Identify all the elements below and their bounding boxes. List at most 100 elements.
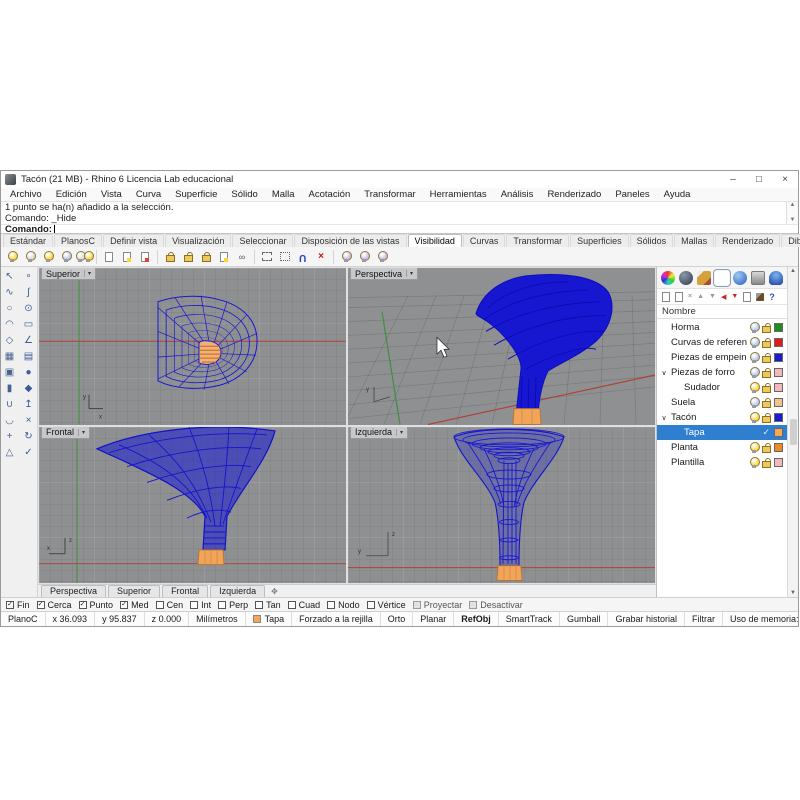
globe-icon[interactable] [679, 271, 693, 285]
expand-arrow-icon[interactable]: ∨ [660, 414, 668, 422]
color-wheel-icon[interactable] [661, 271, 675, 285]
osnap-cerca[interactable]: Cerca [37, 600, 72, 610]
arc-icon[interactable]: ◠ [2, 317, 18, 332]
checkbox[interactable] [37, 601, 45, 609]
cplane-cell[interactable]: PlanoC [1, 612, 46, 626]
boolean-union-icon[interactable]: ∪ [2, 397, 18, 412]
checkbox[interactable] [156, 601, 164, 609]
chevron-down-icon[interactable]: ▾ [78, 429, 85, 436]
maximize-button[interactable]: □ [746, 171, 772, 188]
layer-lock-icon[interactable] [761, 383, 771, 393]
viewport-tab-frontal[interactable]: Frontal [162, 585, 208, 597]
superior-canvas[interactable]: y x [39, 268, 346, 425]
layer-color-swatch[interactable] [774, 428, 783, 437]
render-settings-icon[interactable] [751, 271, 765, 285]
copy-layer-icon[interactable] [675, 292, 683, 302]
cylinder-icon[interactable]: ▮ [2, 381, 18, 396]
osnap-proyectar[interactable]: Proyectar [413, 600, 463, 610]
hide-in-detail-icon[interactable] [137, 248, 153, 265]
viewport-perspectiva[interactable]: Perspectiva▾ [348, 268, 655, 425]
heel-front-wireframe[interactable] [97, 427, 275, 565]
toggle-historial[interactable]: Grabar historial [608, 612, 685, 626]
scroll-down-icon[interactable]: ▼ [790, 217, 796, 224]
menu-transformar[interactable]: Transformar [357, 189, 422, 200]
layer-visibility-bulb-icon[interactable] [750, 397, 758, 408]
control-points-icon[interactable]: ∫ [21, 285, 37, 300]
box-icon[interactable]: ▣ [2, 365, 18, 380]
isolate-objects-icon[interactable] [338, 248, 354, 265]
osnap-perp[interactable]: Perp [218, 600, 248, 610]
layer-color-swatch[interactable] [774, 398, 783, 407]
layer-lock-icon[interactable] [761, 458, 771, 468]
ellipse-icon[interactable]: ⊙ [21, 301, 37, 316]
osnap-cuad[interactable]: Cuad [288, 600, 321, 610]
osnap-med[interactable]: Med [120, 600, 149, 610]
current-layer-cell[interactable]: Tapa [246, 612, 293, 626]
menu-vista[interactable]: Vista [94, 189, 129, 200]
surface-patch-icon[interactable]: ▤ [21, 349, 37, 364]
viewport-tab-perspectiva[interactable]: Perspectiva [41, 585, 106, 597]
viewport-frontal[interactable]: Frontal▾ [39, 427, 346, 584]
checkbox[interactable] [190, 601, 198, 609]
pencil-icon[interactable] [697, 271, 711, 285]
bell-icon[interactable] [769, 271, 783, 285]
select-hidden-icon[interactable] [277, 248, 293, 265]
hide-to-detail-icon[interactable] [101, 248, 117, 265]
scroll-down-icon[interactable]: ▼ [790, 590, 796, 596]
layer-row-plantilla[interactable]: Plantilla [657, 455, 787, 470]
unlock-objects-icon[interactable] [180, 248, 196, 265]
layer-tools-hammer-icon[interactable] [756, 293, 764, 301]
layer-visibility-bulb-icon[interactable] [750, 322, 758, 333]
checkbox[interactable] [120, 601, 128, 609]
magnet-snap-icon[interactable]: U [295, 248, 311, 265]
layer-lock-icon[interactable] [761, 398, 771, 408]
show-in-detail-icon[interactable] [119, 248, 135, 265]
delete-layer-icon[interactable]: × [688, 292, 692, 302]
osnap-vertice[interactable]: Vértice [367, 600, 406, 610]
scroll-up-icon[interactable]: ▲ [790, 268, 796, 274]
toggle-refobj[interactable]: RefObj [454, 612, 499, 626]
rotate-icon[interactable]: ↻ [21, 429, 37, 444]
layers-icon[interactable] [715, 271, 729, 285]
scale-icon[interactable]: △ [2, 445, 18, 460]
filter-funnel-icon[interactable]: ▼ [731, 293, 738, 300]
layer-lock-icon[interactable] [761, 353, 771, 363]
tab-renderizado[interactable]: Renderizado [715, 234, 780, 247]
fillet-icon[interactable]: ◡ [2, 413, 18, 428]
chevron-down-icon[interactable]: ▾ [406, 270, 413, 277]
layer-lock-icon[interactable] [761, 443, 771, 453]
tab-curvas[interactable]: Curvas [463, 234, 506, 247]
unlock-page-icon[interactable] [216, 248, 232, 265]
menu-herramientas[interactable]: Herramientas [423, 189, 494, 200]
toggle-smarttrack[interactable]: SmartTrack [499, 612, 560, 626]
tab-visibilidad[interactable]: Visibilidad [408, 234, 462, 247]
osnap-nodo[interactable]: Nodo [327, 600, 360, 610]
extrude-icon[interactable]: ↥ [21, 397, 37, 412]
layer-row-tacon[interactable]: ∨ Tacón [657, 410, 787, 425]
tab-definir-vista[interactable]: Definir vista [103, 234, 164, 247]
expand-arrow-icon[interactable]: ∨ [660, 369, 668, 377]
heel-cap-top[interactable] [199, 341, 222, 365]
viewport-superior-title[interactable]: Superior▾ [41, 268, 96, 280]
menu-acotacion[interactable]: Acotación [302, 189, 358, 200]
units-cell[interactable]: Milímetros [189, 612, 246, 626]
layer-color-swatch[interactable] [774, 413, 783, 422]
menu-analisis[interactable]: Análisis [494, 189, 541, 200]
checkbox[interactable] [469, 601, 477, 609]
layer-visibility-bulb-icon[interactable] [750, 412, 758, 423]
checkbox[interactable] [367, 601, 375, 609]
tab-seleccionar[interactable]: Seleccionar [232, 234, 293, 247]
layer-visibility-bulb-icon[interactable] [750, 382, 758, 393]
layer-row-piezas-empeine[interactable]: Piezas de empeine [657, 350, 787, 365]
tab-disposicion[interactable]: Disposición de las vistas [294, 234, 406, 247]
layer-color-swatch[interactable] [774, 353, 783, 362]
show-hide-pair-icon[interactable] [76, 248, 92, 265]
toggle-filtrar[interactable]: Filtrar [685, 612, 723, 626]
perspectiva-canvas[interactable]: y [348, 268, 655, 425]
scroll-up-icon[interactable]: ▲ [790, 202, 796, 209]
sphere-icon[interactable]: ● [21, 365, 37, 380]
layer-lock-icon[interactable] [761, 338, 771, 348]
osnap-int[interactable]: Int [190, 600, 211, 610]
menu-edicion[interactable]: Edición [49, 189, 94, 200]
lasso-select-icon[interactable]: ∘ [21, 269, 37, 284]
